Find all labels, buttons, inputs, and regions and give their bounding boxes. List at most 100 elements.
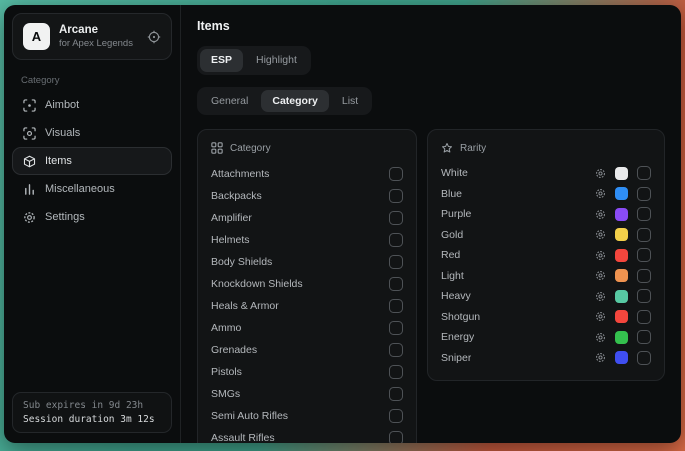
- session-duration-text: Session duration 3m 12s: [23, 414, 161, 425]
- checkbox[interactable]: [637, 207, 651, 221]
- checkbox[interactable]: [389, 343, 403, 357]
- checkbox[interactable]: [389, 299, 403, 313]
- panels-row: Category Attachments Backpacks Amplifier…: [197, 129, 665, 443]
- color-swatch[interactable]: [615, 269, 628, 282]
- bars-icon: [22, 183, 36, 196]
- app-title: Arcane: [59, 23, 133, 38]
- checkbox[interactable]: [389, 189, 403, 203]
- rarity-row-label: Sniper: [441, 352, 471, 364]
- star-icon: [441, 142, 453, 154]
- checkbox[interactable]: [389, 321, 403, 335]
- tab-category[interactable]: Category: [261, 90, 329, 113]
- checkbox[interactable]: [637, 166, 651, 180]
- gear-icon[interactable]: [595, 168, 606, 179]
- category-row: Ammo: [211, 317, 403, 339]
- gear-icon[interactable]: [595, 291, 606, 302]
- checkbox[interactable]: [637, 310, 651, 324]
- category-row-label: Helmets: [211, 234, 250, 246]
- app-header-card: A Arcane for Apex Legends: [12, 13, 172, 60]
- view-tabs: General Category List: [197, 87, 372, 116]
- category-row-label: Backpacks: [211, 190, 262, 202]
- sidebar-item-miscellaneous[interactable]: Miscellaneous: [12, 175, 172, 203]
- checkbox[interactable]: [637, 289, 651, 303]
- checkbox[interactable]: [637, 187, 651, 201]
- main-content: Items ESP Highlight General Category Lis…: [181, 5, 681, 443]
- grid-icon: [211, 142, 223, 154]
- category-panel-header: Category: [211, 142, 403, 154]
- rarity-panel-title: Rarity: [460, 143, 486, 154]
- tab-general[interactable]: General: [200, 90, 259, 113]
- gear-icon[interactable]: [595, 209, 606, 220]
- rarity-row-label: Red: [441, 249, 460, 261]
- rarity-row-label: White: [441, 167, 468, 179]
- rarity-row: Energy: [441, 327, 651, 348]
- gear-icon[interactable]: [595, 311, 606, 322]
- app-logo: A: [23, 23, 50, 50]
- sidebar-item-visuals[interactable]: Visuals: [12, 119, 172, 147]
- rarity-row: White: [441, 163, 651, 184]
- sidebar-item-label: Miscellaneous: [45, 183, 115, 195]
- app-subtitle: for Apex Legends: [59, 38, 133, 50]
- category-row-label: Heals & Armor: [211, 300, 279, 312]
- package-icon: [22, 155, 36, 168]
- gear-icon[interactable]: [595, 332, 606, 343]
- checkbox[interactable]: [389, 233, 403, 247]
- color-swatch[interactable]: [615, 331, 628, 344]
- sidebar-item-aimbot[interactable]: Aimbot: [12, 91, 172, 119]
- category-row-label: Amplifier: [211, 212, 252, 224]
- category-row: Knockdown Shields: [211, 273, 403, 295]
- rarity-row: Blue: [441, 184, 651, 205]
- category-row-label: Assault Rifles: [211, 432, 275, 443]
- rarity-row: Red: [441, 245, 651, 266]
- category-row: Backpacks: [211, 185, 403, 207]
- sidebar-item-settings[interactable]: Settings: [12, 203, 172, 231]
- sidebar: A Arcane for Apex Legends Category: [4, 5, 181, 443]
- desktop-background: A Arcane for Apex Legends Category: [0, 0, 685, 451]
- gear-icon[interactable]: [595, 270, 606, 281]
- color-swatch[interactable]: [615, 351, 628, 364]
- app-title-block: Arcane for Apex Legends: [59, 23, 133, 50]
- sidebar-item-label: Visuals: [45, 127, 80, 139]
- category-row: Body Shields: [211, 251, 403, 273]
- tab-list[interactable]: List: [331, 90, 369, 113]
- checkbox[interactable]: [637, 330, 651, 344]
- crosshair-icon[interactable]: [147, 30, 161, 44]
- color-swatch[interactable]: [615, 208, 628, 221]
- gear-icon[interactable]: [595, 250, 606, 261]
- checkbox[interactable]: [389, 277, 403, 291]
- checkbox[interactable]: [637, 248, 651, 262]
- rarity-row: Shotgun: [441, 307, 651, 328]
- rarity-row-label: Heavy: [441, 290, 471, 302]
- checkbox[interactable]: [637, 269, 651, 283]
- checkbox[interactable]: [389, 211, 403, 225]
- checkbox[interactable]: [389, 167, 403, 181]
- sidebar-item-label: Aimbot: [45, 99, 79, 111]
- checkbox[interactable]: [637, 228, 651, 242]
- checkbox[interactable]: [389, 255, 403, 269]
- color-swatch[interactable]: [615, 249, 628, 262]
- rarity-row-label: Gold: [441, 229, 463, 241]
- tab-esp[interactable]: ESP: [200, 49, 243, 72]
- color-swatch[interactable]: [615, 310, 628, 323]
- category-panel: Category Attachments Backpacks Amplifier…: [197, 129, 417, 443]
- checkbox[interactable]: [389, 387, 403, 401]
- sidebar-item-items[interactable]: Items: [12, 147, 172, 175]
- sub-expiry-text: Sub expires in 9d 23h: [23, 400, 161, 411]
- checkbox[interactable]: [389, 409, 403, 423]
- rarity-row: Light: [441, 266, 651, 287]
- category-row: Amplifier: [211, 207, 403, 229]
- checkbox[interactable]: [637, 351, 651, 365]
- color-swatch[interactable]: [615, 167, 628, 180]
- rarity-row: Sniper: [441, 348, 651, 369]
- gear-icon[interactable]: [595, 352, 606, 363]
- gear-icon[interactable]: [595, 229, 606, 240]
- color-swatch[interactable]: [615, 290, 628, 303]
- gear-icon[interactable]: [595, 188, 606, 199]
- checkbox[interactable]: [389, 365, 403, 379]
- subscription-info-card: Sub expires in 9d 23h Session duration 3…: [12, 392, 172, 433]
- color-swatch[interactable]: [615, 187, 628, 200]
- rarity-row-label: Light: [441, 270, 464, 282]
- checkbox[interactable]: [389, 431, 403, 443]
- tab-highlight[interactable]: Highlight: [245, 49, 308, 72]
- color-swatch[interactable]: [615, 228, 628, 241]
